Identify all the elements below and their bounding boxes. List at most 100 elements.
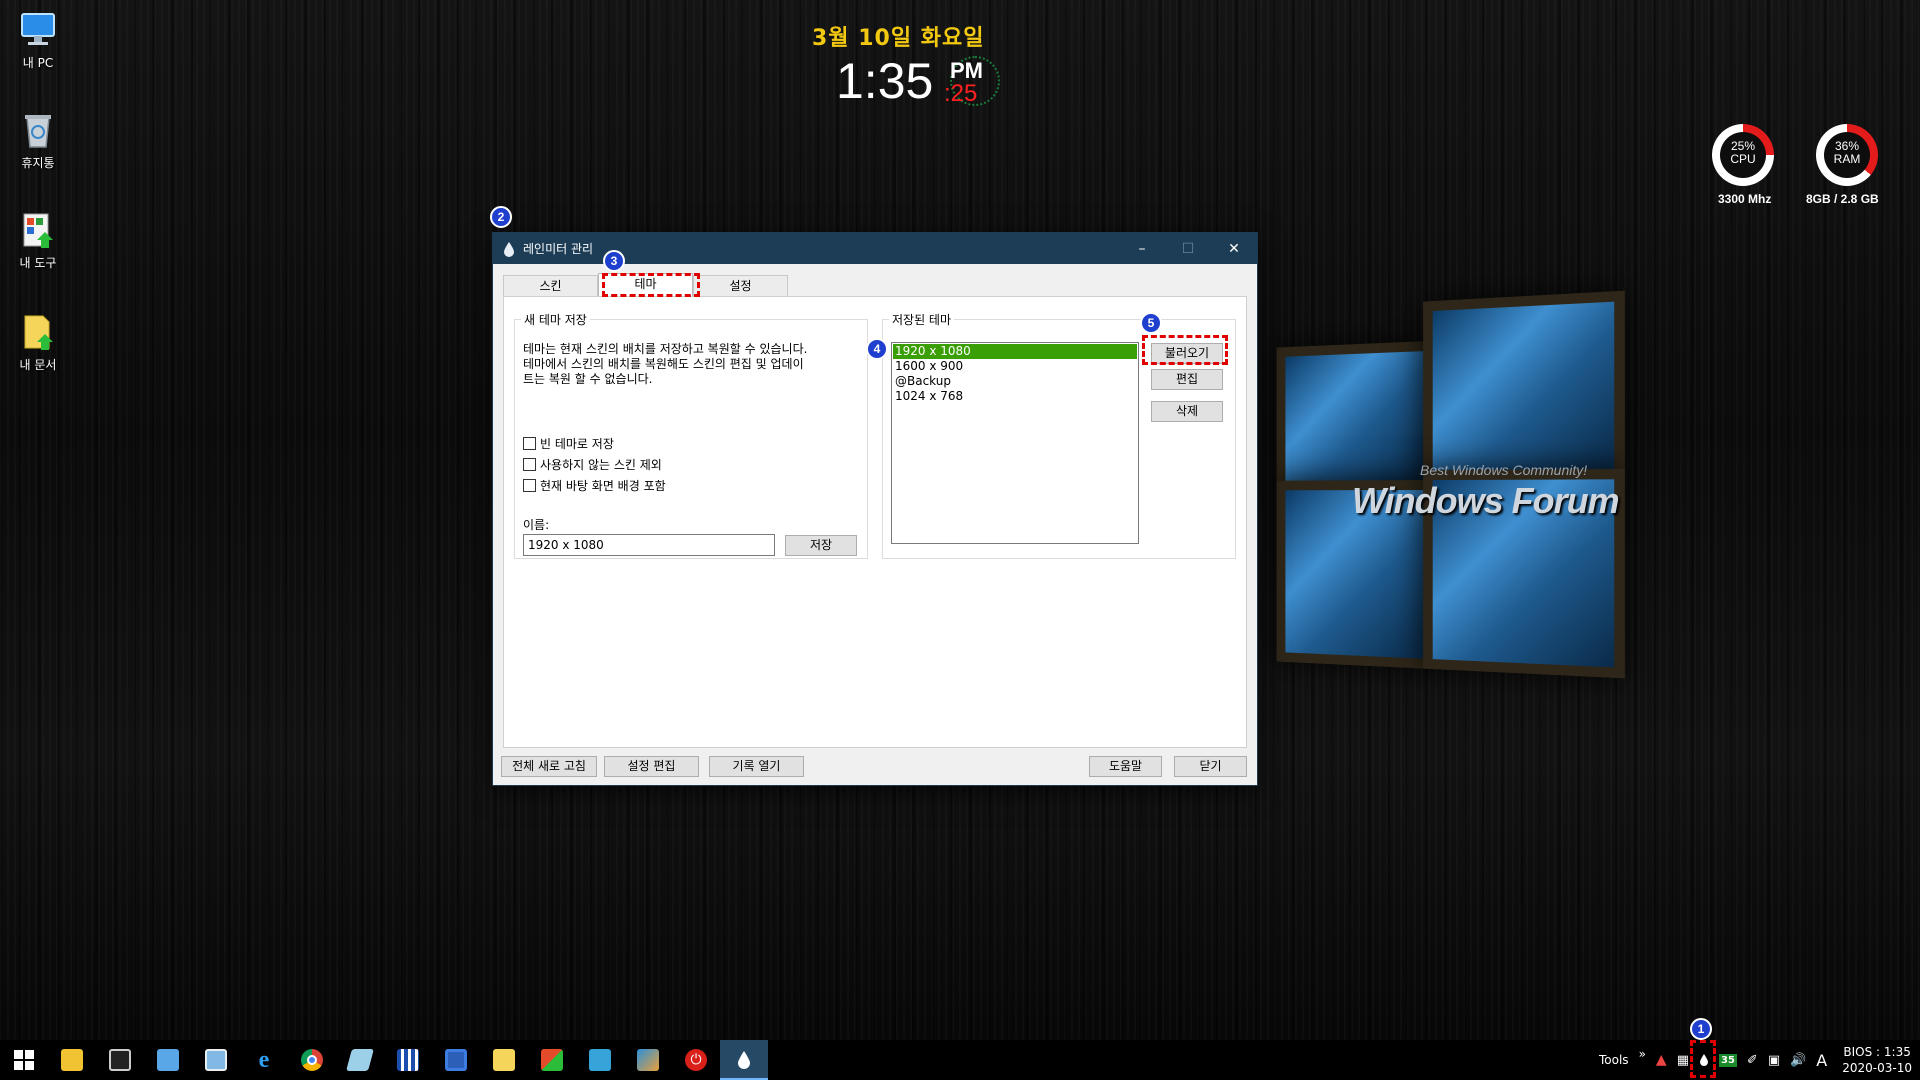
- terminal-icon[interactable]: [96, 1040, 144, 1080]
- tray-clock[interactable]: BIOS : 1:35 2020-03-10: [1842, 1044, 1912, 1076]
- wallpaper-brand: Windows Forum: [1352, 480, 1620, 521]
- include-wallpaper-checkbox[interactable]: 현재 바탕 화면 배경 포함: [523, 477, 666, 494]
- tray-pen-icon[interactable]: ✐: [1747, 1053, 1758, 1068]
- tray-temperature-badge[interactable]: 35: [1718, 1053, 1737, 1067]
- desktop-icon-my-pc[interactable]: 내 PC: [6, 10, 70, 71]
- refresh-all-button[interactable]: 전체 새로 고침: [501, 756, 597, 777]
- exclude-unused-skins-checkbox[interactable]: 사용하지 않는 스킨 제외: [523, 456, 662, 473]
- edit-settings-button[interactable]: 설정 편집: [604, 756, 699, 777]
- desktop-icon-my-documents[interactable]: 내 문서: [6, 312, 70, 373]
- maximize-button[interactable]: ☐: [1165, 233, 1211, 264]
- eraser-icon[interactable]: [336, 1040, 384, 1080]
- tray-tools-label[interactable]: Tools: [1599, 1053, 1629, 1067]
- checkbox-label: 빈 테마로 저장: [540, 437, 614, 451]
- desktop-icon-my-tools[interactable]: 내 도구: [6, 210, 70, 271]
- desktop-icon-label: 내 PC: [22, 56, 54, 70]
- close-window-button[interactable]: ✕: [1211, 233, 1257, 264]
- new-theme-group-title: 새 테마 저장: [521, 311, 590, 328]
- themes-panel: 새 테마 저장 테마는 현재 스킨의 배치를 저장하고 복원할 수 있습니다. …: [503, 296, 1247, 748]
- tab-skins[interactable]: 스킨: [503, 275, 598, 296]
- tools-green-icon[interactable]: [528, 1040, 576, 1080]
- theme-list-item[interactable]: 1600 x 900: [893, 359, 1137, 374]
- internet-explorer-icon[interactable]: e: [240, 1040, 288, 1080]
- theme-list-item[interactable]: 1024 x 768: [893, 389, 1137, 404]
- rainmeter-taskbar-icon[interactable]: [720, 1040, 768, 1080]
- checkbox-box[interactable]: [523, 437, 536, 450]
- close-button[interactable]: 닫기: [1174, 756, 1247, 777]
- minimize-button[interactable]: –: [1119, 233, 1165, 264]
- step-marker-2: 2: [490, 206, 512, 228]
- tray-rainmeter-icon[interactable]: [1699, 1053, 1709, 1067]
- tray-clock-date: 2020-03-10: [1842, 1061, 1912, 1075]
- checkbox-label: 사용하지 않는 스킨 제외: [540, 458, 662, 472]
- step-marker-5: 5: [1140, 312, 1162, 334]
- checkbox-label: 현재 바탕 화면 배경 포함: [540, 479, 666, 493]
- desktop-icon-label: 휴지통: [21, 156, 55, 170]
- saved-themes-list[interactable]: 1920 x 1080 1600 x 900 @Backup 1024 x 76…: [891, 342, 1139, 544]
- empty-theme-checkbox[interactable]: 빈 테마로 저장: [523, 435, 614, 452]
- power-icon[interactable]: ⏻: [672, 1040, 720, 1080]
- remote-desktop-icon[interactable]: [192, 1040, 240, 1080]
- tools-folder-icon: [18, 210, 58, 250]
- theme-list-item[interactable]: 1920 x 1080: [893, 344, 1137, 359]
- theme-list-item[interactable]: @Backup: [893, 374, 1137, 389]
- clock-date: 3월 10일 화요일: [812, 26, 985, 51]
- tab-themes[interactable]: 테마: [598, 273, 693, 296]
- step-marker-4: 4: [866, 338, 888, 360]
- tray-network-icon[interactable]: ▣: [1768, 1053, 1780, 1068]
- tray-clock-time: BIOS : 1:35: [1843, 1045, 1911, 1059]
- desktop-icon-label: 내 문서: [19, 358, 57, 372]
- desktop-icon-recycle-bin[interactable]: 휴지통: [6, 110, 70, 171]
- tray-ime-indicator[interactable]: A: [1816, 1051, 1827, 1070]
- drive-icon[interactable]: [576, 1040, 624, 1080]
- step-marker-3: 3: [603, 250, 625, 272]
- help-button[interactable]: 도움말: [1089, 756, 1162, 777]
- ram-gauge: 36% RAM: [1816, 124, 1878, 186]
- saved-themes-group-title: 저장된 테마: [889, 311, 955, 328]
- delete-theme-button[interactable]: 삭제: [1151, 401, 1223, 422]
- tray-network-tool-icon[interactable]: ▦: [1677, 1053, 1689, 1068]
- system-tray: Tools » ▲ ▦ 35 ✐ ▣ 🔊 A BIOS : 1:35 2020-…: [1594, 1040, 1920, 1080]
- saved-themes-group: 저장된 테마 1920 x 1080 1600 x 900 @Backup 10…: [882, 311, 1236, 559]
- load-theme-button[interactable]: 불러오기: [1151, 343, 1223, 364]
- windows-start-icon[interactable]: [0, 1040, 48, 1080]
- new-theme-description: 테마는 현재 스킨의 배치를 저장하고 복원할 수 있습니다. 테마에서 스킨의…: [523, 342, 863, 387]
- cpu-gauge: 25% CPU: [1712, 124, 1774, 186]
- recycle-bin-icon: [18, 110, 58, 150]
- tray-overflow-chevron[interactable]: »: [1639, 1047, 1646, 1061]
- theme-name-input[interactable]: 1920 x 1080: [523, 534, 775, 556]
- notepad-up-icon[interactable]: [480, 1040, 528, 1080]
- wallpaper-tagline: Best Windows Community!: [1420, 462, 1588, 478]
- checkbox-box[interactable]: [523, 458, 536, 471]
- ram-label: RAM: [1833, 152, 1861, 166]
- clock-seconds: :25: [944, 80, 978, 107]
- new-theme-group: 새 테마 저장 테마는 현재 스킨의 배치를 저장하고 복원할 수 있습니다. …: [514, 311, 868, 559]
- computer-icon: [18, 10, 58, 50]
- file-explorer-icon[interactable]: [48, 1040, 96, 1080]
- temperature-value: 35: [1718, 1053, 1737, 1067]
- book-icon[interactable]: [624, 1040, 672, 1080]
- rainmeter-icon: [503, 241, 515, 257]
- cpu-frequency: 3300 Mhz: [1718, 192, 1772, 206]
- chrome-icon[interactable]: [288, 1040, 336, 1080]
- edit-theme-button[interactable]: 편집: [1151, 369, 1223, 390]
- ram-usage: 8GB / 2.8 GB: [1806, 192, 1879, 206]
- tab-strip: 스킨 테마 설정: [503, 273, 788, 297]
- description-line: 트는 복원 할 수 없습니다.: [523, 372, 653, 386]
- theme-name-label: 이름:: [523, 518, 550, 532]
- desktop-icon-label: 내 도구: [19, 256, 57, 270]
- notebook-icon[interactable]: [144, 1040, 192, 1080]
- description-line: 테마에서 스킨의 배치를 복원해도 스킨의 편집 및 업데이: [523, 357, 804, 371]
- cpu-label: CPU: [1730, 152, 1756, 166]
- tab-settings[interactable]: 설정: [693, 275, 788, 296]
- checkbox-box[interactable]: [523, 479, 536, 492]
- save-disk-icon[interactable]: [432, 1040, 480, 1080]
- description-line: 테마는 현재 스킨의 배치를 저장하고 복원할 수 있습니다.: [523, 342, 808, 356]
- clock-time: 1:35: [836, 53, 934, 109]
- step-marker-1: 1: [1690, 1018, 1712, 1040]
- save-theme-button[interactable]: 저장: [785, 535, 857, 556]
- tray-volume-icon[interactable]: 🔊: [1790, 1053, 1806, 1068]
- tray-app-icon[interactable]: ▲: [1656, 1052, 1667, 1068]
- open-log-button[interactable]: 기록 열기: [709, 756, 804, 777]
- qr-tool-icon[interactable]: [384, 1040, 432, 1080]
